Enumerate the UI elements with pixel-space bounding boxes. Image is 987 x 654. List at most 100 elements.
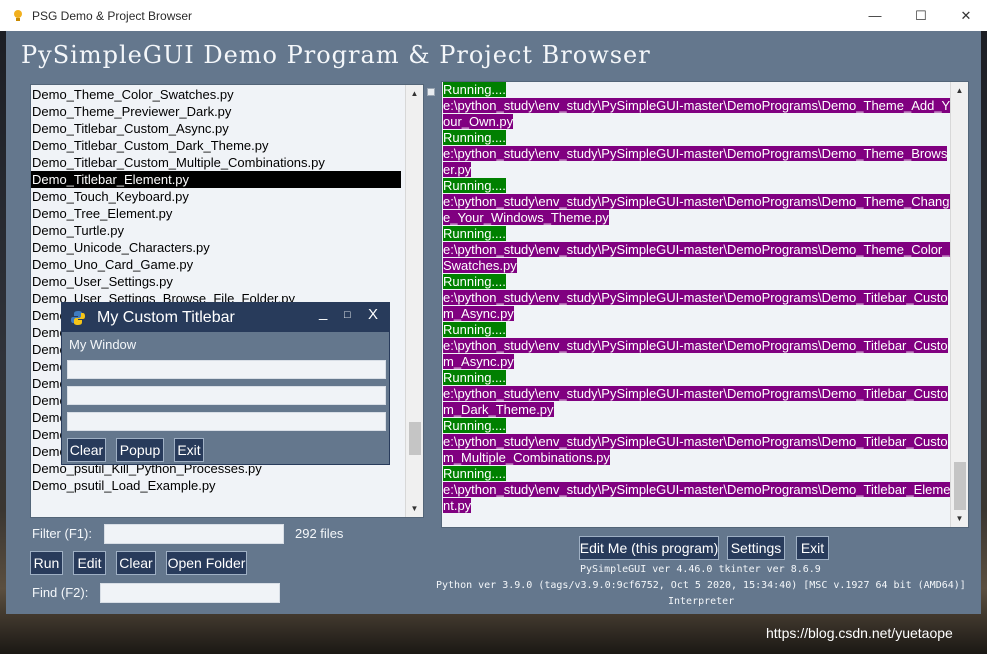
- popup-input-2[interactable]: [67, 386, 386, 405]
- running-text: Running....: [443, 466, 506, 481]
- list-item[interactable]: Demo_Touch_Keyboard.py: [31, 188, 401, 205]
- path-text: e:\python_study\env_study\PySimpleGUI-ma…: [443, 146, 948, 161]
- open-folder-button[interactable]: Open Folder: [166, 551, 247, 575]
- maximize-icon[interactable]: ☐: [898, 0, 944, 31]
- edit-button[interactable]: Edit: [73, 551, 106, 575]
- output-scrollbar[interactable]: ▲ ▼: [950, 82, 968, 527]
- list-item[interactable]: Demo_User_Settings.py: [31, 273, 401, 290]
- popup-clear-button[interactable]: Clear: [67, 438, 106, 462]
- running-text: Running....: [443, 370, 506, 385]
- path-text: our_Own.py: [443, 114, 514, 129]
- custom-titlebar[interactable]: My Custom Titlebar _ □ X: [62, 303, 389, 332]
- window-title: PSG Demo & Project Browser: [32, 8, 193, 23]
- find-input[interactable]: [100, 583, 280, 603]
- list-item[interactable]: Demo_Uno_Card_Game.py: [31, 256, 401, 273]
- scroll-thumb[interactable]: [954, 462, 966, 510]
- output-line: m_Async.py: [443, 354, 948, 370]
- scroll-down-icon[interactable]: ▼: [406, 500, 423, 517]
- page-title: PySimpleGUI Demo Program & Project Brows…: [21, 41, 651, 69]
- output-line: Running....: [443, 370, 948, 386]
- path-text: e:\python_study\env_study\PySimpleGUI-ma…: [443, 290, 948, 305]
- output-line: e:\python_study\env_study\PySimpleGUI-ma…: [443, 290, 948, 306]
- run-button[interactable]: Run: [30, 551, 63, 575]
- close-icon[interactable]: ✕: [943, 0, 987, 31]
- scroll-down-icon[interactable]: ▼: [951, 510, 968, 527]
- clear-button[interactable]: Clear: [116, 551, 156, 575]
- list-item[interactable]: Demo_Titlebar_Custom_Multiple_Combinatio…: [31, 154, 401, 171]
- list-scrollbar[interactable]: ▲ ▼: [405, 85, 423, 517]
- output-line: m_Dark_Theme.py: [443, 402, 948, 418]
- running-text: Running....: [443, 82, 506, 97]
- output-line: e_Your_Windows_Theme.py: [443, 210, 948, 226]
- path-text: e:\python_study\env_study\PySimpleGUI-ma…: [443, 386, 948, 401]
- scroll-thumb[interactable]: [409, 422, 421, 455]
- output-line: Running....: [443, 178, 948, 194]
- output-line: e:\python_study\env_study\PySimpleGUI-ma…: [443, 434, 948, 450]
- output-line: Running....: [443, 322, 948, 338]
- path-text: Swatches.py: [443, 258, 517, 273]
- scroll-up-icon[interactable]: ▲: [951, 82, 968, 99]
- path-text: e:\python_study\env_study\PySimpleGUI-ma…: [443, 194, 950, 209]
- output-line: Running....: [443, 274, 948, 290]
- minimize-icon[interactable]: _: [319, 304, 327, 321]
- running-text: Running....: [443, 274, 506, 289]
- list-item[interactable]: Demo_Theme_Previewer_Dark.py: [31, 103, 401, 120]
- output-line: m_Async.py: [443, 306, 948, 322]
- output-line: m_Multiple_Combinations.py: [443, 450, 948, 466]
- output-multiline[interactable]: Running.... e:\python_study\env_study\PyS…: [441, 81, 969, 528]
- python-version-text: Python ver 3.9.0 (tags/v3.9.0:9cf6752, O…: [436, 580, 966, 591]
- output-line: e:\python_study\env_study\PySimpleGUI-ma…: [443, 242, 950, 258]
- popup-input-3[interactable]: [67, 412, 386, 431]
- popup-exit-button[interactable]: Exit: [174, 438, 204, 462]
- output-line: Running....: [443, 130, 948, 146]
- popup-input-1[interactable]: [67, 360, 386, 379]
- list-item[interactable]: Demo_Titlebar_Custom_Dark_Theme.py: [31, 137, 401, 154]
- python-logo-icon: [70, 310, 86, 326]
- output-line: Running....: [443, 418, 948, 434]
- custom-titlebar-window: My Custom Titlebar _ □ X My Window Clear…: [61, 302, 390, 465]
- path-text: e:\python_study\env_study\PySimpleGUI-ma…: [443, 434, 948, 449]
- output-line: Running....: [443, 82, 948, 98]
- output-line: e:\python_study\env_study\PySimpleGUI-ma…: [443, 98, 951, 114]
- my-window-label: My Window: [69, 337, 137, 352]
- psg-version-text: PySimpleGUI ver 4.46.0 tkinter ver 8.6.9: [580, 564, 821, 575]
- list-item[interactable]: Demo_Titlebar_Custom_Async.py: [31, 120, 401, 137]
- list-item[interactable]: Demo_Theme_Color_Swatches.py: [31, 86, 401, 103]
- settings-button[interactable]: Settings: [727, 536, 785, 560]
- exit-button[interactable]: Exit: [796, 536, 829, 560]
- list-item[interactable]: Demo_Tree_Element.py: [31, 205, 401, 222]
- path-text: e:\python_study\env_study\PySimpleGUI-ma…: [443, 338, 948, 353]
- running-text: Running....: [443, 178, 506, 193]
- minimize-icon[interactable]: —: [852, 0, 898, 31]
- custom-titlebar-title: My Custom Titlebar: [97, 308, 235, 326]
- close-icon[interactable]: X: [368, 306, 378, 323]
- list-item[interactable]: Demo_Turtle.py: [31, 222, 401, 239]
- path-text: er.py: [443, 162, 472, 177]
- maximize-icon[interactable]: □: [344, 309, 351, 321]
- running-text: Running....: [443, 322, 506, 337]
- path-text: e:\python_study\env_study\PySimpleGUI-ma…: [443, 98, 951, 113]
- output-line: our_Own.py: [443, 114, 948, 130]
- output-line: e:\python_study\env_study\PySimpleGUI-ma…: [443, 386, 948, 402]
- output-line: Running....: [443, 226, 948, 242]
- find-label: Find (F2):: [32, 585, 89, 600]
- sizegrip-box: [427, 88, 435, 96]
- path-text: m_Dark_Theme.py: [443, 402, 554, 417]
- popup-popup-button[interactable]: Popup: [116, 438, 164, 462]
- output-line: e:\python_study\env_study\PySimpleGUI-ma…: [443, 338, 948, 354]
- path-text: m_Async.py: [443, 306, 514, 321]
- output-line: e:\python_study\env_study\PySimpleGUI-ma…: [443, 482, 951, 498]
- filter-input[interactable]: [104, 524, 284, 544]
- list-item[interactable]: Demo_Titlebar_Element.py: [31, 171, 401, 188]
- output-line: er.py: [443, 162, 948, 178]
- running-text: Running....: [443, 226, 506, 241]
- edit-me-button[interactable]: Edit Me (this program): [579, 536, 719, 560]
- scroll-up-icon[interactable]: ▲: [406, 85, 423, 102]
- path-text: e_Your_Windows_Theme.py: [443, 210, 609, 225]
- list-item[interactable]: Demo_Unicode_Characters.py: [31, 239, 401, 256]
- filter-label: Filter (F1):: [32, 526, 92, 541]
- output-line: Running....: [443, 466, 948, 482]
- running-text: Running....: [443, 130, 506, 145]
- lightbulb-icon: [11, 8, 25, 24]
- list-item[interactable]: Demo_psutil_Load_Example.py: [31, 477, 401, 494]
